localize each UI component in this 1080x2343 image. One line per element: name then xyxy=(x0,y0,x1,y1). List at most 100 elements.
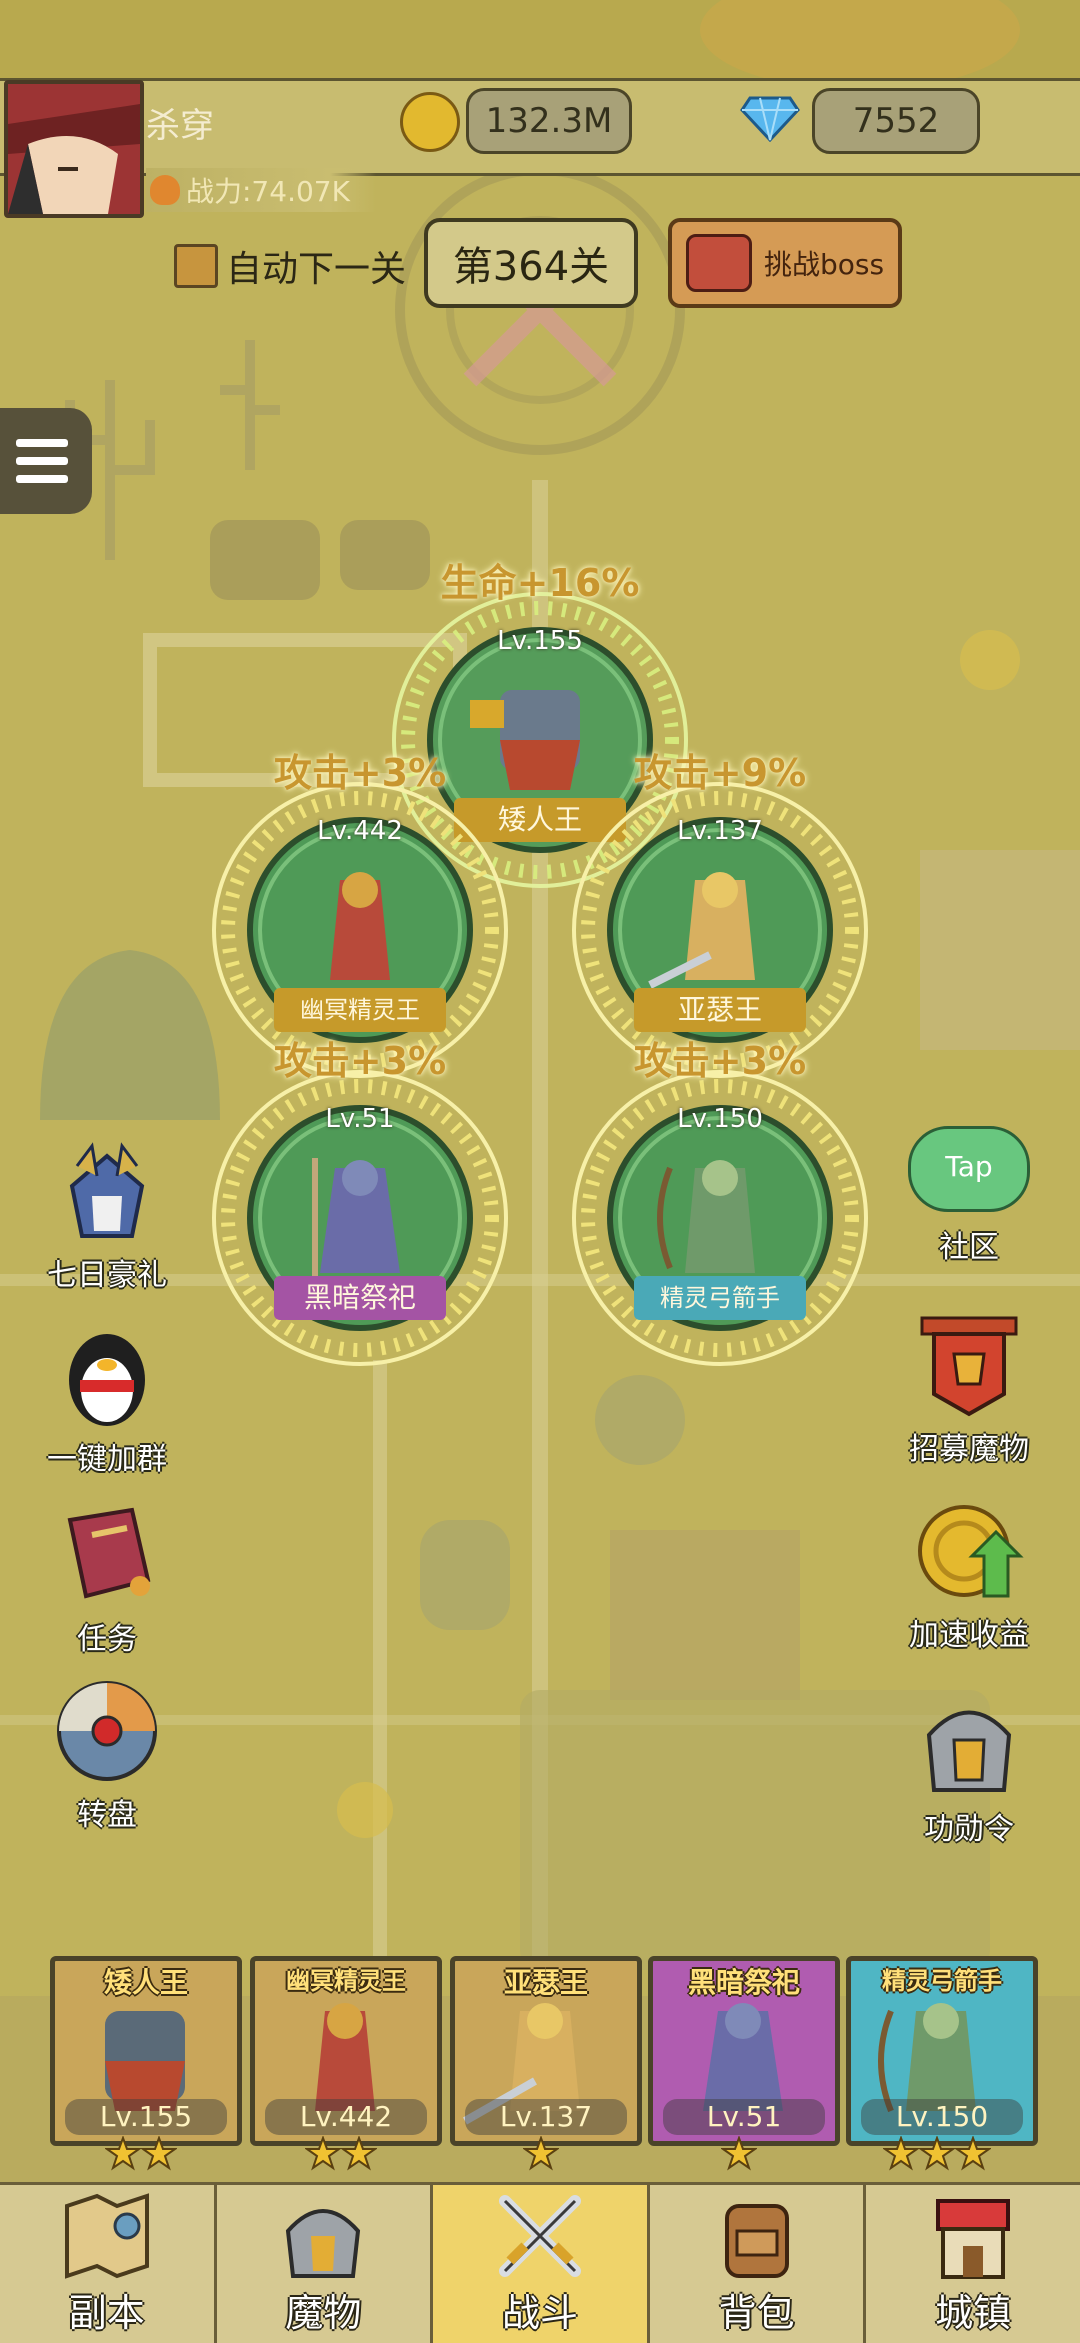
formation-slot-5[interactable]: 攻击+3% Lv.150 精灵弓箭手 xyxy=(570,1039,870,1368)
join-group-label: 一键加群 xyxy=(47,1442,167,1477)
gold-coin-arrow-icon xyxy=(918,1505,1024,1598)
slot-buff: 生命+16% xyxy=(440,561,640,605)
recruit-monster-label: 招募魔物 xyxy=(909,1432,1029,1467)
team-card-4-stars xyxy=(648,2136,830,2172)
slot-level: Lv.150 xyxy=(677,1104,763,1134)
gem-amount: 7552 xyxy=(812,88,980,154)
tab-battle[interactable]: 战斗 xyxy=(433,2185,650,2343)
flame-icon xyxy=(150,175,180,205)
team-card-level: Lv.150 xyxy=(861,2099,1023,2135)
star-icon xyxy=(141,2136,177,2171)
star-icon xyxy=(721,2136,757,2171)
tab-town-label: 城镇 xyxy=(935,2291,1012,2335)
join-group-button[interactable]: 一键加群 xyxy=(32,1320,182,1478)
team-card-5-stars xyxy=(846,2136,1028,2172)
recruit-banner-icon xyxy=(920,1316,1018,1417)
seven-day-gift-button[interactable]: 七日豪礼 xyxy=(32,1136,182,1294)
slot-buff: 攻击+9% xyxy=(633,751,807,795)
seven-day-gift-label: 七日豪礼 xyxy=(47,1258,167,1293)
quest-button[interactable]: 任务 xyxy=(32,1500,182,1658)
team-card-name: 矮人王 xyxy=(103,1966,188,1999)
star-icon xyxy=(955,2136,991,2171)
quest-book-icon xyxy=(67,1507,151,1599)
star-icon xyxy=(341,2136,377,2171)
team-card-5[interactable]: 精灵弓箭手 Lv.150 xyxy=(846,1956,1038,2146)
map-icon xyxy=(64,2193,149,2279)
star-icon xyxy=(523,2136,559,2171)
team-card-1[interactable]: 矮人王 Lv.155 xyxy=(50,1956,242,2146)
slot-buff: 攻击+3% xyxy=(273,1039,447,1083)
team-card-3-stars xyxy=(450,2136,632,2172)
star-icon xyxy=(883,2136,919,2171)
town-shop-icon xyxy=(936,2199,1011,2279)
slot-hero-name: 亚瑟王 xyxy=(634,988,806,1032)
auto-next-toggle[interactable]: 自动下一关 xyxy=(174,240,406,292)
tab-town[interactable]: 城镇 xyxy=(866,2185,1080,2343)
star-icon xyxy=(105,2136,141,2171)
tab-dungeon[interactable]: 副本 xyxy=(0,2185,217,2343)
challenge-boss-button[interactable]: 挑战boss xyxy=(668,218,902,308)
recruit-monster-button[interactable]: 招募魔物 xyxy=(894,1310,1044,1468)
slot-level: Lv.51 xyxy=(325,1104,395,1134)
tap-community-icon: Tap xyxy=(908,1126,1030,1212)
team-card-level: Lv.442 xyxy=(265,2099,427,2135)
tab-monster-label: 魔物 xyxy=(285,2291,362,2335)
hamburger-menu-button[interactable] xyxy=(0,408,92,514)
speed-income-label: 加速收益 xyxy=(909,1618,1029,1653)
slot-buff: 攻击+3% xyxy=(633,1039,807,1083)
team-card-1-stars xyxy=(50,2136,232,2172)
penguin-icon xyxy=(69,1334,145,1426)
auto-next-checkbox[interactable] xyxy=(174,244,218,288)
speed-income-button[interactable]: 加速收益 xyxy=(894,1496,1044,1654)
player-avatar[interactable] xyxy=(4,80,144,218)
tab-backpack[interactable]: 背包 xyxy=(650,2185,867,2343)
slot-level: Lv.155 xyxy=(497,626,583,656)
warrior-gift-icon xyxy=(69,1142,145,1238)
star-icon xyxy=(305,2136,341,2171)
gold-amount: 132.3M xyxy=(466,88,632,154)
slot-level: Lv.137 xyxy=(677,816,763,846)
slot-hero-name: 精灵弓箭手 xyxy=(634,1276,806,1320)
slot-hero-name: 黑暗祭祀 xyxy=(274,1276,446,1320)
merit-order-button[interactable]: 功勋令 xyxy=(894,1690,1044,1848)
combat-power-value: 战力:74.07K xyxy=(186,175,350,208)
community-label: 社区 xyxy=(939,1230,999,1265)
team-card-name: 幽冥精灵王 xyxy=(286,1967,406,1995)
wheel-icon xyxy=(57,1681,157,1781)
gold-coin-icon xyxy=(400,92,460,152)
diamond-icon xyxy=(740,96,800,143)
team-card-name: 精灵弓箭手 xyxy=(882,1967,1002,1995)
crossed-swords-icon xyxy=(498,2195,581,2277)
helmet-medal-icon xyxy=(926,1710,1012,1792)
star-icon xyxy=(919,2136,955,2171)
team-card-2-stars xyxy=(250,2136,432,2172)
team-card-level: Lv.155 xyxy=(65,2099,227,2135)
stage-indicator: 第364关 xyxy=(424,218,638,308)
monster-helmet-icon xyxy=(286,2209,361,2278)
merit-order-label: 功勋令 xyxy=(924,1812,1014,1847)
combat-power: 战力:74.07K xyxy=(146,168,376,212)
tab-dungeon-label: 副本 xyxy=(68,2291,145,2335)
bottom-navigation: 副本 魔物 战斗 背包 城镇 xyxy=(0,2182,1080,2343)
slot-hero-name: 幽冥精灵王 xyxy=(274,988,446,1032)
tab-monster[interactable]: 魔物 xyxy=(217,2185,434,2343)
team-card-name: 黑暗祭祀 xyxy=(687,1966,800,1999)
team-card-2[interactable]: 幽冥精灵王 Lv.442 xyxy=(250,1956,442,2146)
auto-next-label: 自动下一关 xyxy=(226,249,407,290)
community-button[interactable]: Tap 社区 xyxy=(894,1126,1044,1266)
player-name: 杀穿 xyxy=(146,106,214,146)
wheel-label: 转盘 xyxy=(77,1798,137,1833)
slot-level: Lv.442 xyxy=(317,816,403,846)
quest-label: 任务 xyxy=(77,1622,137,1657)
wheel-button[interactable]: 转盘 xyxy=(32,1676,182,1834)
tab-battle-label: 战斗 xyxy=(501,2291,578,2335)
formation-slot-4[interactable]: 攻击+3% Lv.51 黑暗祭祀 xyxy=(210,1039,510,1368)
team-card-level: Lv.137 xyxy=(465,2099,627,2135)
challenge-boss-label: 挑战boss xyxy=(764,248,885,281)
team-card-4[interactable]: 黑暗祭祀 Lv.51 xyxy=(648,1956,840,2146)
slot-buff: 攻击+3% xyxy=(273,751,447,795)
backpack-icon xyxy=(724,2204,789,2278)
team-card-level: Lv.51 xyxy=(663,2099,825,2135)
boss-demon-icon xyxy=(686,234,752,292)
team-card-3[interactable]: 亚瑟王 Lv.137 xyxy=(450,1956,642,2146)
